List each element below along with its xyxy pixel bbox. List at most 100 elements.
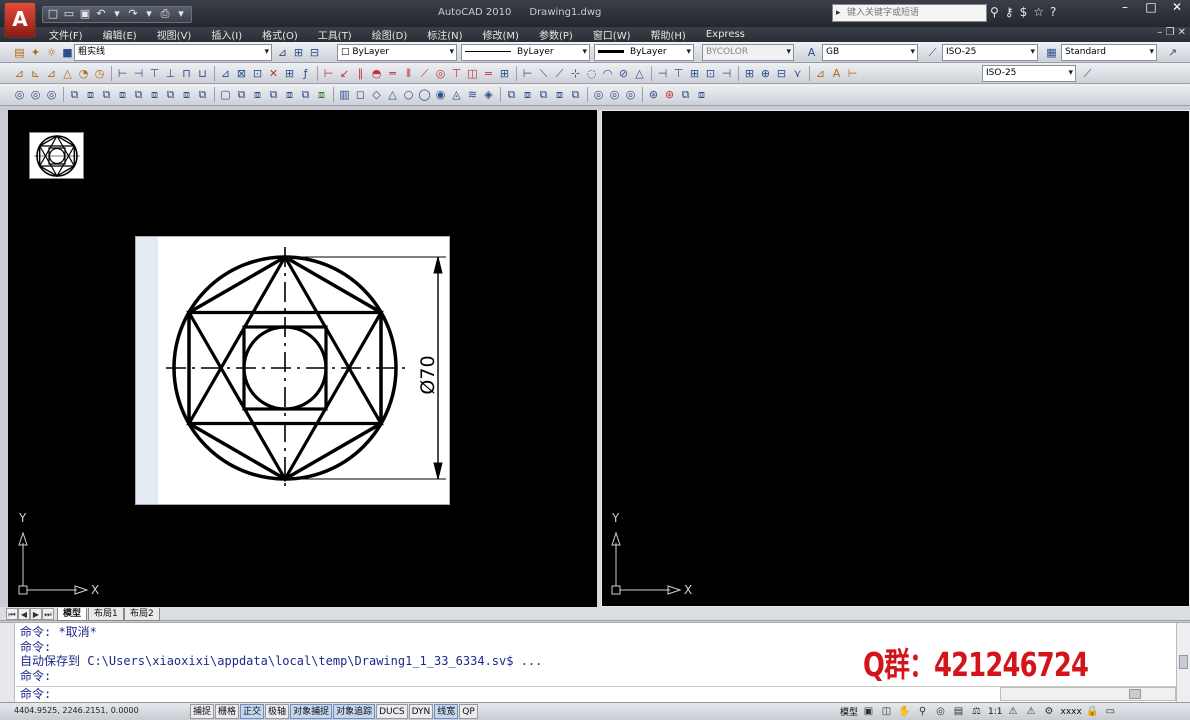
tool-icon[interactable]: ⊓	[179, 66, 194, 81]
tool-icon[interactable]: ◇	[369, 87, 384, 102]
tool-icon[interactable]: ◷	[92, 66, 107, 81]
tool-icon[interactable]: ⊕	[758, 66, 773, 81]
menu-insert[interactable]: 插入(I)	[211, 27, 242, 42]
tool-icon[interactable]: ⊡	[703, 66, 718, 81]
lineweight-dropdown[interactable]: ByLayer	[594, 44, 694, 61]
command-horizontal-scrollbar[interactable]	[1000, 687, 1176, 701]
tool-icon[interactable]: ⊢	[115, 66, 130, 81]
tool-icon[interactable]: ⧈	[250, 87, 265, 102]
tool-icon[interactable]: ▢	[218, 87, 233, 102]
plot-icon[interactable]: ⎙	[158, 7, 172, 21]
open-icon[interactable]: ▭	[62, 7, 76, 21]
toggle-qp[interactable]: QP	[459, 704, 478, 719]
tool-icon[interactable]: A	[829, 66, 844, 81]
tool-icon[interactable]: ○	[401, 87, 416, 102]
tool-icon[interactable]: ⊣	[131, 66, 146, 81]
tool-icon[interactable]: ⊤	[147, 66, 162, 81]
document-window-controls[interactable]: – ❐ ✕	[1157, 27, 1186, 38]
toggle-lineweight[interactable]: 线宽	[434, 704, 459, 719]
menu-tools[interactable]: 工具(T)	[318, 27, 352, 42]
tool-icon[interactable]: ⊿	[218, 66, 233, 81]
scroll-thumb[interactable]	[1179, 655, 1188, 669]
make-current-icon[interactable]: ⊿	[275, 45, 290, 60]
tool-icon[interactable]: ⊥	[163, 66, 178, 81]
tool-icon[interactable]: ⧈	[83, 87, 98, 102]
layer-previous-icon[interactable]: ⊞	[291, 45, 306, 60]
tool-icon[interactable]: ◌	[584, 66, 599, 81]
menu-window[interactable]: 窗口(W)	[593, 27, 631, 42]
menu-parametric[interactable]: 参数(P)	[539, 27, 573, 42]
table-style-dropdown[interactable]: Standard	[1061, 44, 1157, 61]
layer-color-icon[interactable]: ■	[60, 45, 75, 60]
dim-style-dropdown[interactable]: ISO-25	[942, 44, 1038, 61]
menu-format[interactable]: 格式(O)	[262, 27, 298, 42]
tool-icon[interactable]: △	[60, 66, 75, 81]
tool-icon[interactable]: ⧈	[179, 87, 194, 102]
menu-help[interactable]: 帮助(H)	[651, 27, 686, 42]
dim-style-icon[interactable]: ⟋	[925, 45, 940, 60]
toggle-grid[interactable]: 栅格	[215, 704, 240, 719]
tool-icon[interactable]: ⧉	[298, 87, 313, 102]
text-style-dropdown[interactable]: GB	[822, 44, 918, 61]
search-input[interactable]: 键入关键字或短语	[832, 4, 987, 22]
tool-icon[interactable]: ⊢	[845, 66, 860, 81]
annotation-scale-value[interactable]: 1:1	[988, 707, 1002, 717]
tool-icon[interactable]: ⧈	[520, 87, 535, 102]
multileader-style-icon[interactable]: ↗	[1165, 45, 1180, 60]
tool-icon[interactable]: ⧉	[536, 87, 551, 102]
tool-icon[interactable]: ⊣	[655, 66, 670, 81]
clean-screen-icon[interactable]: ▭	[1104, 705, 1117, 718]
tool-icon[interactable]: ◎	[591, 87, 606, 102]
tool-icon[interactable]: ⧈	[115, 87, 130, 102]
tool-icon[interactable]: ⟍	[536, 66, 551, 81]
annotation-visibility-icon[interactable]: ⚠	[1007, 705, 1020, 718]
tool-icon[interactable]: ⧉	[131, 87, 146, 102]
undo-dropdown-icon[interactable]: ▾	[110, 7, 124, 21]
tool-icon[interactable]: △	[632, 66, 647, 81]
tool-icon[interactable]: ⊤	[449, 66, 464, 81]
tool-icon[interactable]: ✕	[266, 66, 281, 81]
tab-model[interactable]: 模型	[57, 608, 88, 621]
menu-express[interactable]: Express	[706, 29, 745, 40]
tool-icon[interactable]: ◎	[433, 66, 448, 81]
tool-icon[interactable]: ⊞	[282, 66, 297, 81]
redo-icon[interactable]: ↷	[126, 7, 140, 21]
table-style-icon[interactable]: ▦	[1044, 45, 1059, 60]
command-window-grip[interactable]	[0, 623, 15, 703]
layer-states-icon[interactable]: ⊟	[307, 45, 322, 60]
model-space-label[interactable]: 模型	[840, 705, 858, 718]
tool-icon[interactable]: ⊘	[616, 66, 631, 81]
tool-icon[interactable]: ƒ	[298, 66, 313, 81]
thumbnail-image[interactable]	[29, 132, 84, 179]
tool-icon[interactable]: ⧉	[568, 87, 583, 102]
toggle-osnap[interactable]: 对象捕捉	[290, 704, 333, 719]
tool-icon[interactable]: ⧉	[195, 87, 210, 102]
coordinate-readout[interactable]: 4404.9525, 2246.2151, 0.0000	[14, 706, 139, 715]
menu-draw[interactable]: 绘图(D)	[372, 27, 408, 42]
tool-icon[interactable]: ⧈	[314, 87, 329, 102]
tool-icon[interactable]: ◎	[44, 87, 59, 102]
linetype-dropdown[interactable]: ByLayer	[461, 44, 590, 61]
tool-icon[interactable]: ═	[385, 66, 400, 81]
menu-dimension[interactable]: 标注(N)	[427, 27, 462, 42]
annotation-scale-icon[interactable]: ⚖	[970, 705, 983, 718]
tool-icon[interactable]: ◓	[369, 66, 384, 81]
help-icon[interactable]: ?	[1050, 5, 1056, 19]
tool-icon[interactable]: ⊹	[568, 66, 583, 81]
tab-layout1[interactable]: 布局1	[88, 608, 124, 621]
menu-view[interactable]: 视图(V)	[157, 27, 192, 42]
tool-icon[interactable]: ⧉	[163, 87, 178, 102]
tool-icon[interactable]: ⧈	[552, 87, 567, 102]
tool-icon[interactable]: ⊞	[497, 66, 512, 81]
tool-icon[interactable]: =	[481, 66, 496, 81]
new-icon[interactable]: □	[46, 7, 60, 21]
workspace-icon[interactable]: ⚙	[1043, 705, 1056, 718]
tool-icon[interactable]: ⊢	[520, 66, 535, 81]
auto-scale-icon[interactable]: ⚠	[1025, 705, 1038, 718]
tool-icon[interactable]: ◔	[76, 66, 91, 81]
qat-menu-icon[interactable]: ▾	[174, 7, 188, 21]
tool-icon[interactable]: ⊿	[12, 66, 27, 81]
tool-icon[interactable]: ⊣	[719, 66, 734, 81]
tab-layout2[interactable]: 布局2	[124, 608, 160, 621]
tool-icon[interactable]: ⊢	[321, 66, 336, 81]
